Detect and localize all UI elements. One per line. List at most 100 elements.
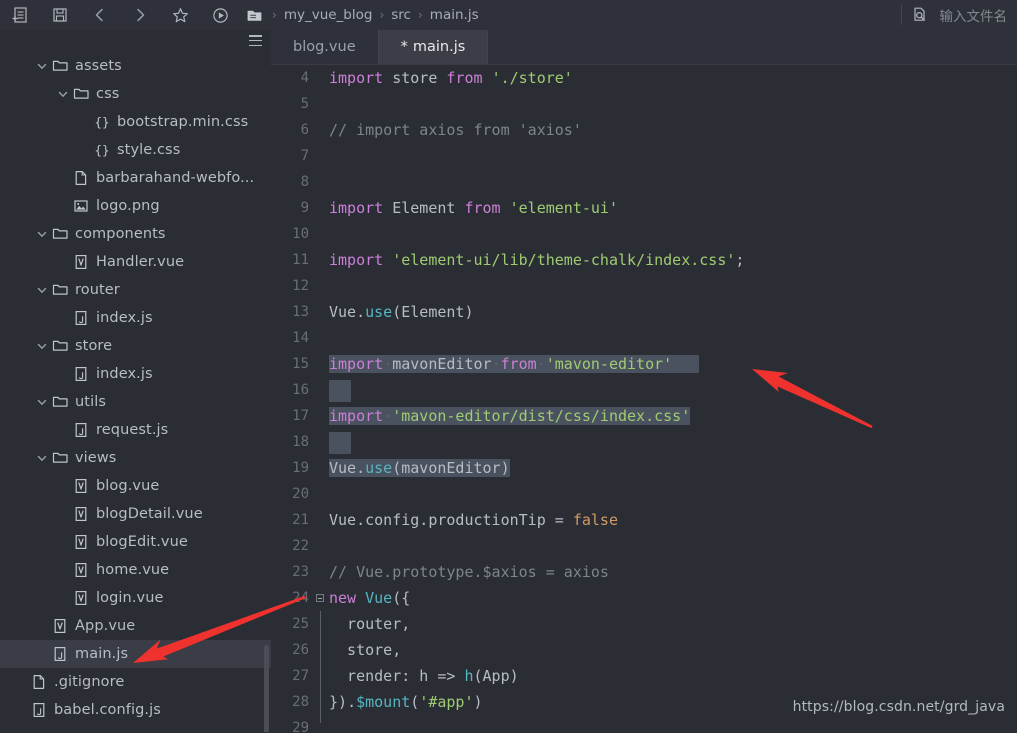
js-icon <box>50 646 70 662</box>
tree-item[interactable]: barbarahand-webfo... <box>0 164 271 192</box>
forward-icon[interactable] <box>120 0 160 30</box>
tree-item[interactable]: assets <box>0 52 271 80</box>
chevron-down-icon[interactable] <box>34 60 50 72</box>
line-number: 28 <box>271 689 315 715</box>
code-line[interactable]: 12 <box>271 273 1017 299</box>
search-file-icon[interactable] <box>908 3 932 27</box>
editor-tab[interactable]: blog.vue <box>271 30 379 64</box>
tree-item[interactable]: Handler.vue <box>0 248 271 276</box>
code-line[interactable]: 6// import axios from 'axios' <box>271 117 1017 143</box>
code-editor[interactable]: 4import store from './store'56// import … <box>271 65 1017 733</box>
tree-item[interactable]: views <box>0 444 271 472</box>
code-line[interactable]: 20 <box>271 481 1017 507</box>
line-number: 15 <box>271 351 315 377</box>
line-number: 18 <box>271 429 315 455</box>
tree-item[interactable]: css <box>0 80 271 108</box>
code-line[interactable]: 11import 'element-ui/lib/theme-chalk/ind… <box>271 247 1017 273</box>
line-number: 12 <box>271 273 315 299</box>
code-line[interactable]: 24new Vue({ <box>271 585 1017 611</box>
line-number: 11 <box>271 247 315 273</box>
breadcrumb-item-file[interactable]: main.js <box>428 7 481 23</box>
tree-item[interactable]: blogDetail.vue <box>0 500 271 528</box>
file-search-input[interactable]: 输入文件名 <box>940 5 1008 25</box>
js-icon <box>29 702 49 718</box>
code-line[interactable]: 5 <box>271 91 1017 117</box>
tree-item[interactable]: index.js <box>0 360 271 388</box>
code-line[interactable]: 29 <box>271 715 1017 733</box>
code-line[interactable]: 27 render: h => h(App) <box>271 663 1017 689</box>
line-number: 25 <box>271 611 315 637</box>
tree-item[interactable]: logo.png <box>0 192 271 220</box>
vue-icon <box>71 534 91 550</box>
chevron-down-icon[interactable] <box>34 284 50 296</box>
tree-item-label: babel.config.js <box>54 702 161 718</box>
code-text: import·'mavon-editor/dist/css/index.css' <box>325 403 1017 429</box>
sidebar-scrollbar[interactable] <box>264 645 269 732</box>
code-line[interactable]: 22 <box>271 533 1017 559</box>
chevron-down-icon[interactable] <box>34 396 50 408</box>
line-number: 9 <box>271 195 315 221</box>
code-text <box>325 377 1017 403</box>
fold-indicator-line <box>320 663 321 689</box>
tree-item[interactable]: router <box>0 276 271 304</box>
fold-indicator-line <box>320 715 321 723</box>
tree-item[interactable]: {}bootstrap.min.css <box>0 108 271 136</box>
tree-item[interactable]: components <box>0 220 271 248</box>
chevron-down-icon[interactable] <box>34 452 50 464</box>
tree-item[interactable]: babel.config.js <box>0 696 271 724</box>
code-line[interactable]: 7 <box>271 143 1017 169</box>
tree-item[interactable]: utils <box>0 388 271 416</box>
line-number: 27 <box>271 663 315 689</box>
breadcrumb-folder-icon[interactable] <box>246 7 263 24</box>
hamburger-menu-icon[interactable] <box>249 35 262 46</box>
code-line[interactable]: 4import store from './store' <box>271 65 1017 91</box>
code-line[interactable]: 17import·'mavon-editor/dist/css/index.cs… <box>271 403 1017 429</box>
code-fold-toggle[interactable] <box>315 594 325 602</box>
tree-item[interactable]: blog.vue <box>0 472 271 500</box>
code-line[interactable]: 21Vue.config.productionTip = false <box>271 507 1017 533</box>
tree-item[interactable]: App.vue <box>0 612 271 640</box>
editor-pane: blog.vue*main.js 4import store from './s… <box>271 30 1017 732</box>
editor-tab[interactable]: *main.js <box>379 30 489 64</box>
tree-item[interactable]: blogEdit.vue <box>0 528 271 556</box>
code-line[interactable]: 25 router, <box>271 611 1017 637</box>
line-number: 14 <box>271 325 315 351</box>
tree-item[interactable]: store <box>0 332 271 360</box>
tree-item-selected[interactable]: main.js <box>0 640 271 668</box>
code-line[interactable]: 13Vue.use(Element) <box>271 299 1017 325</box>
chevron-down-icon[interactable] <box>55 88 71 100</box>
run-icon[interactable] <box>200 0 240 30</box>
folder-icon <box>50 282 70 298</box>
tree-item[interactable]: request.js <box>0 416 271 444</box>
code-text: store, <box>325 637 1017 663</box>
new-file-icon[interactable] <box>0 0 40 30</box>
breadcrumb-item-project[interactable]: my_vue_blog <box>282 7 375 23</box>
tree-item[interactable]: .gitignore <box>0 668 271 696</box>
back-icon[interactable] <box>80 0 120 30</box>
code-line[interactable]: 9import Element from 'element-ui' <box>271 195 1017 221</box>
code-line[interactable]: 26 store, <box>271 637 1017 663</box>
toolbar-icon-group <box>0 0 240 30</box>
chevron-down-icon[interactable] <box>34 340 50 352</box>
breadcrumb-item-folder[interactable]: src <box>389 7 413 23</box>
save-icon[interactable] <box>40 0 80 30</box>
folder-icon <box>50 394 70 410</box>
code-line[interactable]: 18 <box>271 429 1017 455</box>
code-line[interactable]: 16 <box>271 377 1017 403</box>
bookmark-star-icon[interactable] <box>160 0 200 30</box>
code-line[interactable]: 14 <box>271 325 1017 351</box>
code-line[interactable]: 19Vue.use(mavonEditor) <box>271 455 1017 481</box>
code-line[interactable]: 23// Vue.prototype.$axios = axios <box>271 559 1017 585</box>
css-icon: {} <box>92 142 112 158</box>
chevron-down-icon[interactable] <box>34 228 50 240</box>
line-number: 24 <box>271 585 315 611</box>
tree-item[interactable]: index.js <box>0 304 271 332</box>
tree-item[interactable]: {}style.css <box>0 136 271 164</box>
tree-item[interactable]: home.vue <box>0 556 271 584</box>
ide-window: › my_vue_blog › src › main.js 输入文件名 <box>0 0 1017 732</box>
code-line[interactable]: 15import·mavonEditor·from·'mavon-editor' <box>271 351 1017 377</box>
code-line[interactable]: 8 <box>271 169 1017 195</box>
code-line[interactable]: 10 <box>271 221 1017 247</box>
tree-item[interactable]: login.vue <box>0 584 271 612</box>
code-text <box>325 429 1017 455</box>
